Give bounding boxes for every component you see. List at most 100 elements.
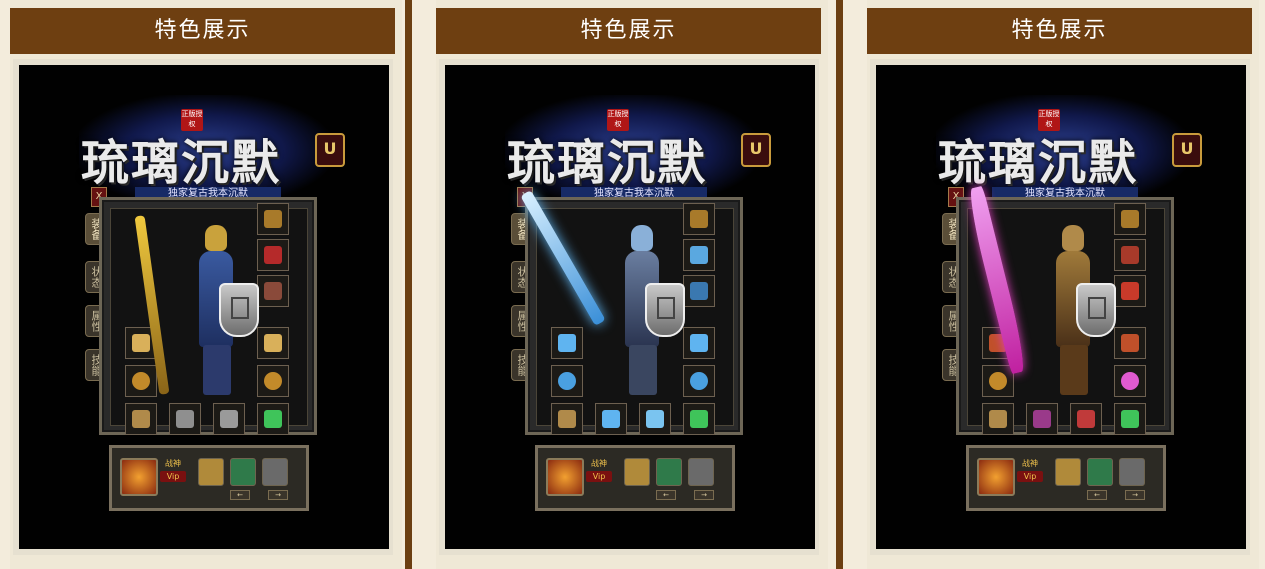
ring-icon — [558, 372, 576, 390]
equipment-slot[interactable] — [213, 403, 245, 435]
feature-image-frame: 琉璃沉默 正版授权 U 独家复古我本沉默 X 装备 状态 属性 技能 — [13, 59, 393, 555]
bracelet-icon — [690, 334, 708, 352]
equipment-slot[interactable] — [257, 275, 289, 307]
helmet-shortcut-button[interactable] — [624, 458, 650, 486]
gem-icon — [1121, 410, 1139, 428]
bracelet-icon — [558, 334, 576, 352]
equipment-slot[interactable] — [257, 203, 289, 235]
belt-icon — [176, 410, 194, 428]
equipment-slot[interactable] — [257, 239, 289, 271]
vip-label-top: 战神 — [1022, 459, 1038, 468]
prev-arrow-button[interactable]: ← — [1087, 490, 1107, 500]
equipment-slot[interactable] — [125, 403, 157, 435]
vip-label-bottom: Vip — [160, 471, 186, 482]
authorized-seal: 正版授权 — [1038, 109, 1060, 131]
equipment-slot[interactable] — [169, 403, 201, 435]
bracelet-icon — [264, 334, 282, 352]
equipment-slot[interactable] — [1114, 403, 1146, 435]
equipment-slot[interactable] — [982, 365, 1014, 397]
shield-icon — [645, 283, 685, 337]
equipment-slot[interactable] — [982, 403, 1014, 435]
feature-screenshot[interactable]: 琉璃沉默 正版授权 U 独家复古我本沉默 X 装备 状态 属性 技能 — [19, 65, 389, 549]
treasure-chest-icon — [690, 210, 708, 228]
equipment-slot[interactable] — [683, 327, 715, 359]
ring-icon — [132, 372, 150, 390]
logo-badge: U — [741, 133, 771, 167]
prev-arrow-button[interactable]: ← — [656, 490, 676, 500]
dragon-shortcut-button[interactable] — [656, 458, 682, 486]
equipment-slot[interactable] — [1114, 327, 1146, 359]
next-arrow-button[interactable]: → — [694, 490, 714, 500]
equipment-slot[interactable] — [595, 403, 627, 435]
equipment-slot[interactable] — [1114, 365, 1146, 397]
dragon-shortcut-button[interactable] — [1087, 458, 1113, 486]
vip-label-bottom: Vip — [1017, 471, 1043, 482]
panel-header: 特色展示 — [867, 8, 1252, 54]
fire-skill-button[interactable] — [120, 458, 158, 496]
feature-panel-3: 特色展示 琉璃沉默 正版授权 U 独家复古我本沉默 X 装备 状态 属性 技能 — [867, 0, 1259, 569]
equipment-slot[interactable] — [1026, 403, 1058, 435]
helmet-shortcut-button[interactable] — [198, 458, 224, 486]
belt-icon — [1033, 410, 1051, 428]
gear-shortcut-button[interactable] — [688, 458, 714, 486]
character-head — [1062, 225, 1084, 251]
vip-badge[interactable]: 战神 Vip — [1017, 458, 1043, 484]
necklace-icon — [690, 246, 708, 264]
equipment-slot[interactable] — [257, 403, 289, 435]
amulet-icon — [264, 282, 282, 300]
gear-shortcut-button[interactable] — [262, 458, 288, 486]
bottom-action-bar: 战神 Vip ← → — [535, 445, 735, 511]
equipment-slot[interactable] — [257, 365, 289, 397]
character-legs — [629, 345, 657, 395]
equipment-slot[interactable] — [551, 365, 583, 397]
ring-icon — [690, 372, 708, 390]
equipment-slot[interactable] — [683, 403, 715, 435]
equipment-slot[interactable] — [551, 403, 583, 435]
equipment-slot[interactable] — [683, 275, 715, 307]
feature-screenshot[interactable]: 琉璃沉默 正版授权 U 独家复古我本沉默 X 装备 状态 属性 技能 — [445, 65, 815, 549]
equipment-slot[interactable] — [1114, 239, 1146, 271]
equipment-slot[interactable] — [1114, 275, 1146, 307]
dagger-icon — [132, 410, 150, 428]
game-logo-title: 琉璃沉默 — [81, 135, 282, 191]
card-icon — [1121, 282, 1139, 300]
fire-skill-button[interactable] — [977, 458, 1015, 496]
character-legs — [203, 345, 231, 395]
belt-icon — [602, 410, 620, 428]
feature-image-frame: 琉璃沉默 正版授权 U 独家复古我本沉默 X 装备 状态 属性 技能 — [870, 59, 1250, 555]
equipment-slot[interactable] — [551, 327, 583, 359]
vip-label-top: 战神 — [591, 459, 607, 468]
feature-panel-2: 特色展示 琉璃沉默 正版授权 U 独家复古我本沉默 X 装备 状态 属性 技能 — [436, 0, 828, 569]
gear-shortcut-button[interactable] — [1119, 458, 1145, 486]
shield-icon — [219, 283, 259, 337]
panel-header: 特色展示 — [10, 8, 395, 54]
bottom-action-bar: 战神 Vip ← → — [966, 445, 1166, 511]
equipment-slot[interactable] — [683, 365, 715, 397]
next-arrow-button[interactable]: → — [268, 490, 288, 500]
equipment-slot[interactable] — [683, 203, 715, 235]
prev-arrow-button[interactable]: ← — [230, 490, 250, 500]
treasure-chest-icon — [264, 210, 282, 228]
logo-badge: U — [315, 133, 345, 167]
fire-skill-button[interactable] — [546, 458, 584, 496]
equipment-slot[interactable] — [639, 403, 671, 435]
feature-screenshot[interactable]: 琉璃沉默 正版授权 U 独家复古我本沉默 X 装备 状态 属性 技能 — [876, 65, 1246, 549]
next-arrow-button[interactable]: → — [1125, 490, 1145, 500]
gem-icon — [264, 410, 282, 428]
helmet-shortcut-button[interactable] — [1055, 458, 1081, 486]
dragon-shortcut-button[interactable] — [230, 458, 256, 486]
equipment-slot[interactable] — [257, 327, 289, 359]
game-logo-title: 琉璃沉默 — [507, 135, 708, 191]
boots-icon — [1077, 410, 1095, 428]
vip-badge[interactable]: 战神 Vip — [160, 458, 186, 484]
vip-label-top: 战神 — [165, 459, 181, 468]
vip-badge[interactable]: 战神 Vip — [586, 458, 612, 484]
game-logo-title: 琉璃沉默 — [938, 135, 1139, 191]
equipment-slot[interactable] — [1114, 203, 1146, 235]
ring-icon — [264, 372, 282, 390]
equipment-slot[interactable] — [1070, 403, 1102, 435]
equipment-slot[interactable] — [683, 239, 715, 271]
equipment-slot[interactable] — [125, 365, 157, 397]
vip-label-bottom: Vip — [586, 471, 612, 482]
character-head — [631, 225, 653, 251]
